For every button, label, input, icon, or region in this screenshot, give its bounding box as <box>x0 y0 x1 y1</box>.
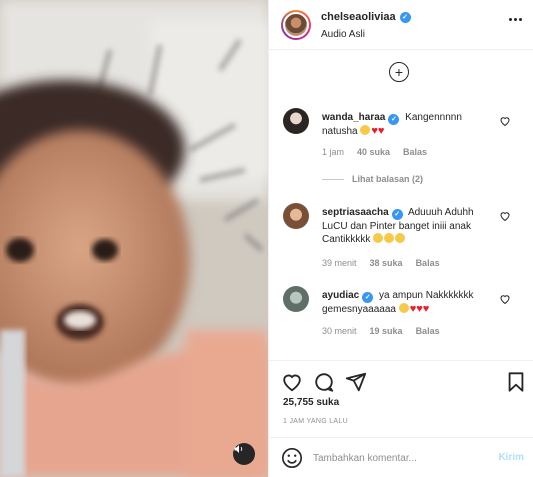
load-more-comments-button[interactable]: + <box>389 62 409 82</box>
post-username[interactable]: chelseaoliviaa ✓ <box>321 11 411 23</box>
heart-eyes-icon <box>395 233 406 243</box>
post-time: 1 JAM YANG LALU <box>283 418 348 425</box>
comment-text: ayudiac ✓ ya ampun Nakkkkkkk gemesnyaaaaa… <box>322 289 492 316</box>
heart-eyes-icon <box>384 233 395 243</box>
avatar[interactable] <box>283 286 309 312</box>
mute-button[interactable] <box>233 443 255 465</box>
comment-username[interactable]: wanda_haraa <box>322 112 385 123</box>
video-frame <box>0 0 268 477</box>
like-comment-heart-icon[interactable] <box>499 210 511 222</box>
bookmark-icon[interactable] <box>505 371 527 393</box>
comment-username[interactable]: ayudiac <box>322 290 359 301</box>
reply-button[interactable]: Balas <box>416 258 440 268</box>
emoji-icon[interactable] <box>281 447 303 469</box>
verified-icon: ✓ <box>399 11 411 23</box>
video-player[interactable] <box>0 0 268 477</box>
comment-likes[interactable]: 40 suka <box>357 147 390 157</box>
post-header: chelseaoliviaa ✓ Audio Asli <box>269 0 533 50</box>
comment-meta: 39 menit 38 suka Balas <box>322 258 440 268</box>
reply-button[interactable]: Balas <box>416 326 440 336</box>
comment-meta: 1 jam 40 suka Balas <box>322 147 427 157</box>
comment-likes[interactable]: 19 suka <box>370 326 403 336</box>
heart-eyes-icon <box>373 233 384 243</box>
like-comment-heart-icon[interactable] <box>499 115 511 127</box>
verified-icon: ✓ <box>388 114 400 125</box>
heart-icon: ♥ <box>422 303 430 315</box>
post-panel: chelseaoliviaa ✓ Audio Asli + wanda_hara… <box>268 0 533 477</box>
comment-time: 30 menit <box>322 326 357 336</box>
comment-likes[interactable]: 38 suka <box>370 258 403 268</box>
avatar[interactable] <box>283 203 309 229</box>
comment-meta: 30 menit 19 suka Balas <box>322 326 440 336</box>
verified-icon: ✓ <box>391 209 403 220</box>
divider <box>322 178 344 180</box>
comment-username[interactable]: septriasaacha <box>322 207 389 218</box>
verified-icon: ✓ <box>362 292 374 303</box>
comment-text: wanda_haraa ✓ Kangennnnn natusha ♥♥ <box>322 111 492 138</box>
post-username-label[interactable]: chelseaoliviaa <box>321 11 396 23</box>
laughing-face-icon <box>398 303 409 313</box>
action-bar: 25,755 suka 1 JAM YANG LALU <box>269 360 533 440</box>
likes-count[interactable]: 25,755 suka <box>283 397 339 408</box>
avatar[interactable] <box>281 10 311 40</box>
heart-icon: ♥ <box>377 125 385 137</box>
comment-icon[interactable] <box>313 371 335 393</box>
comment-input[interactable] <box>313 448 483 468</box>
comment-time: 39 menit <box>322 258 357 268</box>
speaker-icon <box>234 445 243 453</box>
like-comment-heart-icon[interactable] <box>499 293 511 305</box>
post-comment-button[interactable]: Kirim <box>498 452 524 463</box>
avatar[interactable] <box>283 108 309 134</box>
view-replies-label[interactable]: Lihat balasan (2) <box>352 174 423 184</box>
add-comment-bar: Kirim <box>269 437 533 477</box>
audio-link[interactable]: Audio Asli <box>321 29 365 40</box>
sad-face-icon <box>360 125 371 135</box>
comment-text: septriasaacha ✓ Aduuuh Aduhh LuCU dan Pin… <box>322 206 492 246</box>
more-options-icon[interactable] <box>509 18 522 21</box>
view-replies-button[interactable]: Lihat balasan (2) <box>322 174 423 184</box>
like-heart-icon[interactable] <box>281 371 303 393</box>
reply-button[interactable]: Balas <box>403 147 427 157</box>
comment-time: 1 jam <box>322 147 345 157</box>
share-icon[interactable] <box>345 371 367 393</box>
